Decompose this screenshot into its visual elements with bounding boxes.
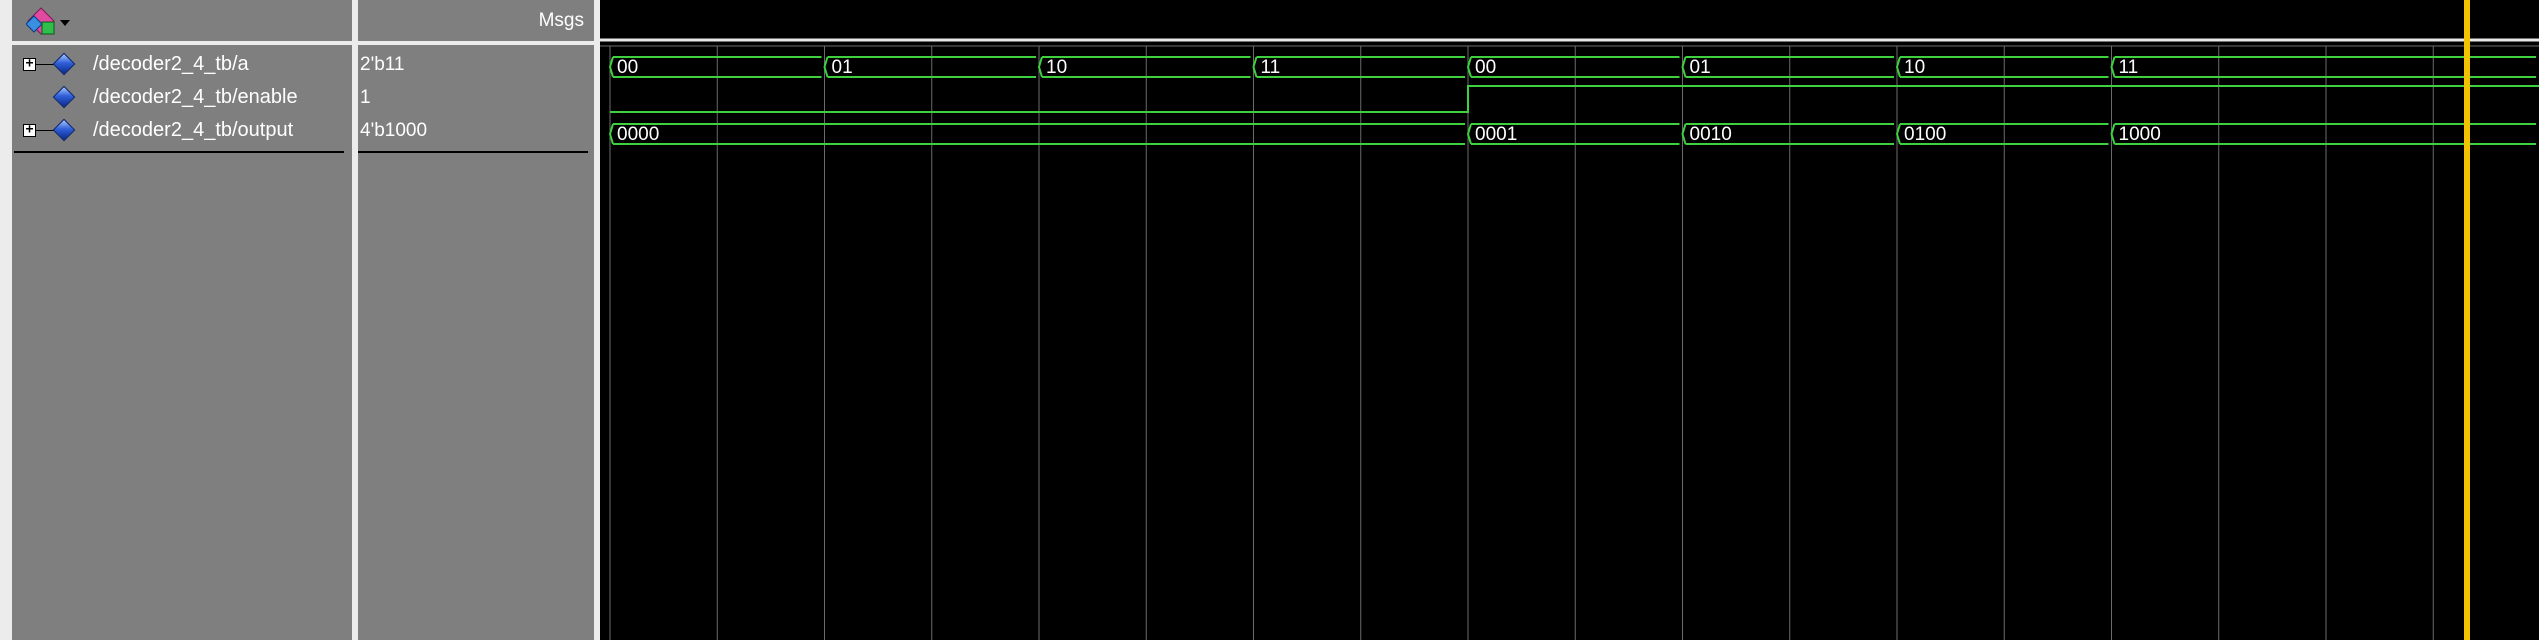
expand-icon[interactable]: + [23, 123, 36, 137]
bus-a-label: 00 [1475, 57, 1496, 78]
chevron-down-icon[interactable] [60, 20, 70, 26]
bus-output-label: 0001 [1475, 124, 1517, 145]
bus-a-label: 11 [2119, 57, 2139, 78]
signal-value: 2'b11 [360, 54, 405, 75]
msgs-header: Msgs [358, 0, 594, 41]
bus-a-label: 01 [1690, 57, 1711, 78]
wave-window[interactable]: 00 01 10 11 00 01 10 11 0000 0001 0010 0100 1000 [600, 0, 2539, 640]
bus-output-label: 0100 [1904, 124, 1946, 145]
bus-a-label: 10 [1046, 57, 1067, 78]
window-edge [0, 0, 12, 640]
bus-a-label: 01 [832, 57, 853, 78]
signal-value: 1 [360, 87, 371, 108]
bus-a-label: 11 [1261, 57, 1281, 78]
enable-wave [610, 85, 2539, 113]
row-underline [14, 151, 344, 153]
tree-connector [36, 130, 54, 131]
row-underline [358, 151, 588, 153]
tree-connector [36, 64, 54, 65]
signal-diamond-icon [52, 52, 76, 76]
bus-output-label: 0000 [617, 124, 659, 145]
signal-value: 4'b1000 [360, 120, 428, 141]
signal-row[interactable]: /decoder2_4_tb/enable [12, 81, 352, 113]
signal-name: /decoder2_4_tb/a [93, 53, 249, 75]
signal-name: /decoder2_4_tb/enable [93, 86, 298, 108]
wave-tool-icon[interactable] [26, 6, 56, 36]
expand-icon[interactable]: + [23, 57, 36, 71]
signal-list: + /decoder2_4_tb/a /decoder2_4_tb/enable… [12, 45, 352, 640]
signal-row[interactable]: + /decoder2_4_tb/output [12, 114, 352, 146]
bus-a-label: 10 [1904, 57, 1925, 78]
bus-a-label: 00 [617, 57, 638, 78]
waveform-canvas[interactable]: 00 01 10 11 00 01 10 110000 0001 0010 0100 1000 [600, 0, 2539, 640]
signal-row[interactable]: + /decoder2_4_tb/a [12, 48, 352, 80]
value-list: 2'b11 1 4'b1000 [358, 45, 594, 640]
bus-output-label: 1000 [2119, 124, 2161, 145]
signal-diamond-icon [52, 85, 76, 109]
msgs-label: Msgs [538, 10, 584, 31]
signal-diamond-icon [52, 118, 76, 142]
signal-name: /decoder2_4_tb/output [93, 119, 294, 141]
bus-output-label: 0010 [1690, 124, 1732, 145]
